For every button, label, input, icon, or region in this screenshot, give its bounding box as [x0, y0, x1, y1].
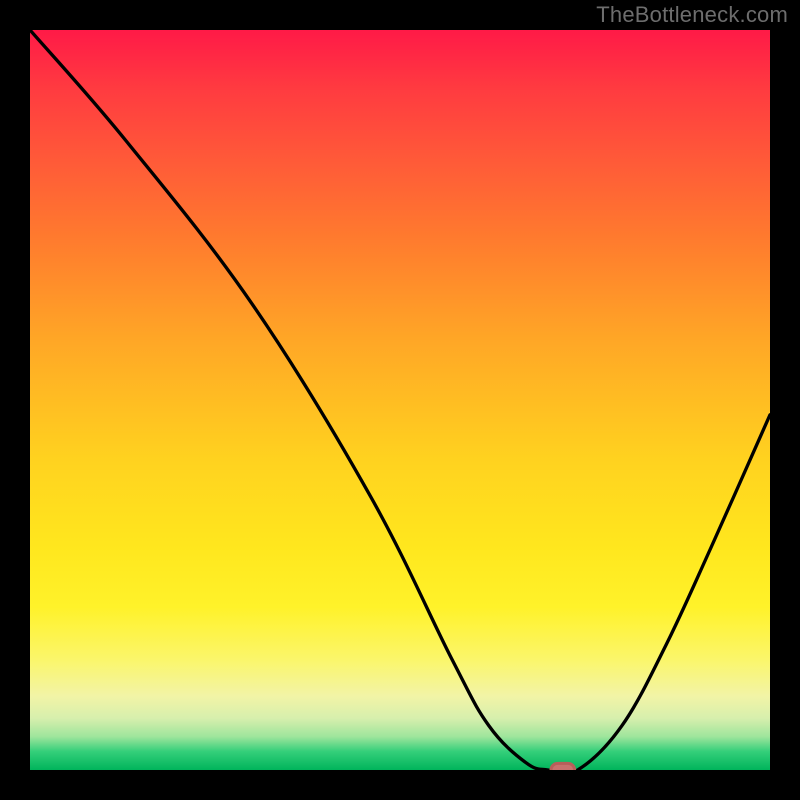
bottleneck-curve-path: [30, 30, 770, 770]
plot-area: [30, 30, 770, 770]
watermark-text: TheBottleneck.com: [596, 2, 788, 28]
curve-svg: [30, 30, 770, 770]
chart-frame: TheBottleneck.com: [0, 0, 800, 800]
sweet-spot-marker: [551, 763, 575, 770]
